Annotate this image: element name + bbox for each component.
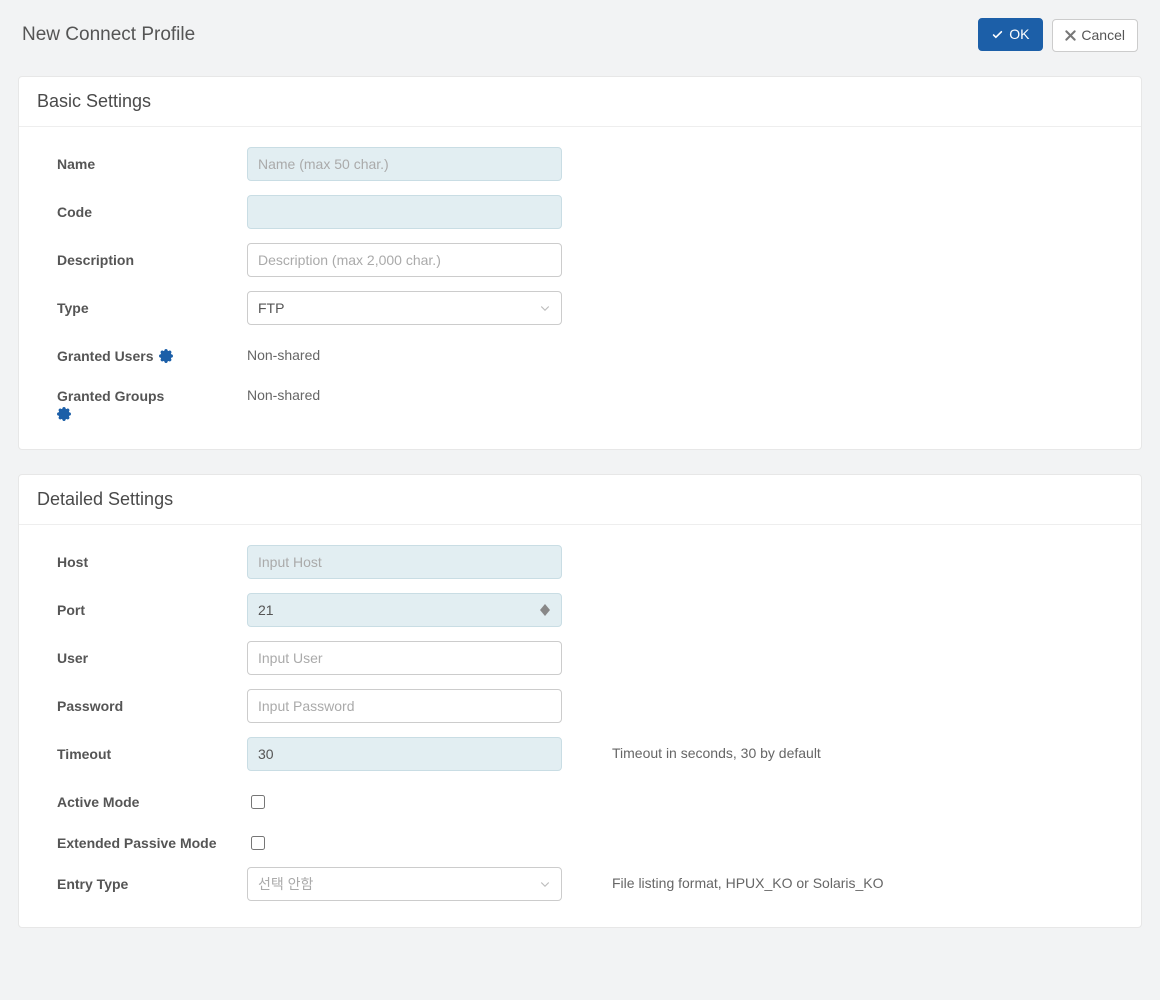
basic-settings-panel: Basic Settings Name Code Description (18, 76, 1142, 451)
cancel-button[interactable]: Cancel (1052, 19, 1138, 52)
port-input[interactable] (247, 593, 562, 627)
detailed-settings-panel: Detailed Settings Host Port (18, 474, 1142, 928)
check-icon (991, 28, 1004, 41)
timeout-input[interactable] (247, 737, 562, 771)
chevron-down-icon (539, 878, 551, 890)
entry-type-label: Entry Type (57, 867, 247, 893)
password-label: Password (57, 689, 247, 715)
granted-groups-value: Non-shared (247, 379, 320, 403)
epsv-checkbox[interactable] (251, 836, 265, 850)
detailed-settings-heading: Detailed Settings (19, 475, 1141, 525)
code-input[interactable] (247, 195, 562, 229)
page-title: New Connect Profile (22, 24, 195, 46)
code-label: Code (57, 195, 247, 221)
close-icon (1065, 30, 1076, 41)
active-mode-label: Active Mode (57, 785, 247, 811)
granted-groups-label-text: Granted Groups (57, 388, 164, 404)
cancel-button-label: Cancel (1081, 27, 1125, 44)
entry-type-select-value: 선택 안함 (258, 874, 313, 894)
chevron-down-icon (539, 302, 551, 314)
user-label: User (57, 641, 247, 667)
granted-users-value: Non-shared (247, 339, 320, 363)
entry-type-help: File listing format, HPUX_KO or Solaris_… (562, 867, 1123, 891)
name-input[interactable] (247, 147, 562, 181)
name-label: Name (57, 147, 247, 173)
timeout-label: Timeout (57, 737, 247, 763)
port-label: Port (57, 593, 247, 619)
type-label: Type (57, 291, 247, 317)
header-actions: OK Cancel (978, 18, 1138, 52)
ok-button[interactable]: OK (978, 18, 1042, 51)
basic-settings-heading: Basic Settings (19, 77, 1141, 127)
entry-type-select[interactable]: 선택 안함 (247, 867, 562, 901)
timeout-help: Timeout in seconds, 30 by default (562, 737, 1123, 761)
user-input[interactable] (247, 641, 562, 675)
type-select[interactable]: FTP (247, 291, 562, 325)
type-select-value: FTP (258, 300, 284, 316)
password-input[interactable] (247, 689, 562, 723)
description-label: Description (57, 243, 247, 269)
host-input[interactable] (247, 545, 562, 579)
granted-groups-gear-icon[interactable] (57, 407, 71, 421)
granted-users-gear-icon[interactable] (159, 349, 173, 363)
granted-users-label-text: Granted Users (57, 348, 153, 364)
granted-users-label: Granted Users (57, 339, 247, 365)
active-mode-checkbox[interactable] (251, 795, 265, 809)
epsv-label: Extended Passive Mode (57, 826, 247, 852)
granted-groups-label: Granted Groups (57, 379, 247, 423)
description-input[interactable] (247, 243, 562, 277)
ok-button-label: OK (1009, 26, 1029, 43)
host-label: Host (57, 545, 247, 571)
